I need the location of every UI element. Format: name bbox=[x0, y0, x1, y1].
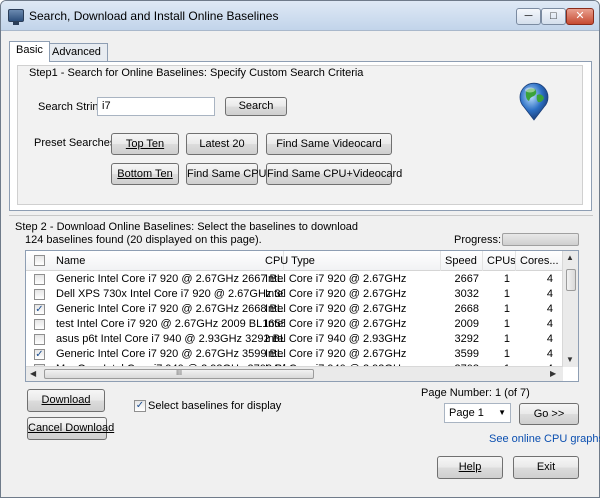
cell-name: Dell XPS 730x Intel Core i7 920 @ 2.67GH… bbox=[56, 288, 284, 300]
table-row[interactable]: test Intel Core i7 920 @ 2.67GHz 2009 BL… bbox=[26, 317, 563, 332]
step2-title: Step 2 - Download Online Baselines: Sele… bbox=[15, 221, 359, 233]
select-for-display-checkbox[interactable]: ✓ bbox=[134, 400, 146, 412]
cell-cores: 4 bbox=[546, 318, 553, 330]
list-header: Name CPU Type Speed CPUs Cores... bbox=[26, 251, 563, 271]
preset-searches-label: Preset Searches: bbox=[34, 137, 119, 149]
cell-speed: 3032 bbox=[454, 288, 479, 300]
column-header-name[interactable]: Name bbox=[52, 251, 284, 271]
search-input[interactable]: i7 bbox=[97, 97, 215, 116]
help-button[interactable]: Help bbox=[437, 456, 503, 479]
horizontal-scroll-thumb[interactable]: III bbox=[44, 369, 314, 379]
column-header-cpus[interactable]: CPUs bbox=[483, 251, 516, 271]
cell-cores: 4 bbox=[546, 348, 553, 360]
table-row[interactable]: Generic Intel Core i7 920 @ 2.67GHz 2667… bbox=[26, 272, 563, 287]
cell-cpu-type: Intel Core i7 920 @ 2.67GHz bbox=[265, 348, 407, 360]
cell-speed: 2009 bbox=[454, 318, 479, 330]
cell-name: Generic Intel Core i7 920 @ 2.67GHz 3599… bbox=[56, 348, 284, 360]
scroll-up-icon[interactable]: ▲ bbox=[566, 253, 574, 262]
progress-label: Progress: bbox=[454, 234, 502, 246]
cell-cpu-type: Intel Core i7 940 @ 2.93GHz bbox=[265, 333, 407, 345]
latest-20-button[interactable]: Latest 20 bbox=[186, 133, 258, 155]
table-row[interactable]: asus p6t Intel Core i7 940 @ 2.93GHz 329… bbox=[26, 332, 563, 347]
cell-speed: 2668 bbox=[454, 303, 479, 315]
app-window: Search, Download and Install Online Base… bbox=[0, 0, 600, 498]
cell-name: Generic Intel Core i7 920 @ 2.67GHz 2667… bbox=[56, 273, 284, 285]
row-checkbox[interactable] bbox=[34, 319, 45, 330]
progress-bar bbox=[502, 233, 579, 246]
section-divider bbox=[9, 215, 593, 216]
cell-cores: 4 bbox=[546, 288, 553, 300]
column-header-cores[interactable]: Cores... bbox=[516, 251, 563, 271]
cell-cpus: 1 bbox=[503, 303, 510, 315]
cell-speed: 3599 bbox=[454, 348, 479, 360]
cell-speed: 3292 bbox=[454, 333, 479, 345]
table-row[interactable]: Dell XPS 730x Intel Core i7 920 @ 2.67GH… bbox=[26, 287, 563, 302]
page-select-value: Page 1 bbox=[449, 407, 484, 419]
cell-cpus: 1 bbox=[503, 288, 510, 300]
minimize-button[interactable]: ─ bbox=[516, 8, 541, 25]
select-for-display-label: Select baselines for display bbox=[148, 400, 282, 412]
go-button[interactable]: Go >> bbox=[519, 403, 579, 425]
cell-speed: 2667 bbox=[454, 273, 479, 285]
online-cpu-graphs-link[interactable]: See online CPU graphs bbox=[489, 433, 600, 445]
tab-advanced[interactable]: Advanced bbox=[45, 43, 108, 61]
help-button-label: Help bbox=[458, 461, 482, 473]
bottom-ten-button[interactable]: Bottom Ten bbox=[111, 163, 179, 185]
scroll-right-icon[interactable]: ▶ bbox=[550, 369, 556, 378]
tab-basic[interactable]: Basic bbox=[9, 41, 50, 62]
cell-cores: 4 bbox=[546, 303, 553, 315]
baselines-list[interactable]: Name CPU Type Speed CPUs Cores... Generi… bbox=[25, 250, 579, 382]
top-ten-button[interactable]: Top Ten bbox=[111, 133, 179, 155]
cell-cpu-type: Intel Core i7 920 @ 2.67GHz bbox=[265, 273, 407, 285]
search-string-label: Search String bbox=[38, 101, 105, 113]
row-checkbox[interactable]: ✓ bbox=[34, 304, 45, 315]
page-select[interactable]: Page 1 ▼ bbox=[444, 403, 511, 423]
cell-cores: 4 bbox=[546, 333, 553, 345]
horizontal-scrollbar[interactable]: ◀ III ▶ bbox=[26, 366, 563, 381]
cell-cpu-type: Intel Core i7 920 @ 2.67GHz bbox=[265, 303, 407, 315]
maximize-button[interactable]: □ bbox=[541, 8, 566, 25]
scroll-left-icon[interactable]: ◀ bbox=[30, 369, 36, 378]
search-button[interactable]: Search bbox=[225, 97, 287, 116]
cell-cpus: 1 bbox=[503, 333, 510, 345]
close-button[interactable]: ✕ bbox=[566, 8, 594, 25]
find-same-videocard-button[interactable]: Find Same Videocard bbox=[266, 133, 392, 155]
cancel-download-button[interactable]: Cancel Download bbox=[27, 417, 114, 440]
column-header-speed[interactable]: Speed bbox=[441, 251, 483, 271]
row-checkbox[interactable] bbox=[34, 289, 45, 300]
page-number-label: Page Number: 1 (of 7) bbox=[421, 387, 530, 399]
download-button-label: Download bbox=[41, 394, 91, 406]
cell-cpus: 1 bbox=[503, 318, 510, 330]
cell-cpus: 1 bbox=[503, 273, 510, 285]
find-same-cpu-videocard-button[interactable]: Find Same CPU+Videocard bbox=[266, 163, 402, 185]
cell-name: test Intel Core i7 920 @ 2.67GHz 2009 BL… bbox=[56, 318, 284, 330]
vertical-scroll-thumb[interactable] bbox=[566, 269, 576, 291]
select-all-checkbox[interactable] bbox=[34, 255, 45, 266]
table-row[interactable]: ✓ Generic Intel Core i7 920 @ 2.67GHz 266… bbox=[26, 302, 563, 317]
cell-name: asus p6t Intel Core i7 940 @ 2.93GHz 329… bbox=[56, 333, 284, 345]
globe-location-icon bbox=[519, 82, 549, 121]
cell-cpus: 1 bbox=[503, 348, 510, 360]
column-header-cpu-type[interactable]: CPU Type bbox=[261, 251, 441, 271]
download-button[interactable]: Download bbox=[27, 389, 105, 412]
row-checkbox[interactable] bbox=[34, 334, 45, 345]
chevron-down-icon: ▼ bbox=[498, 408, 506, 417]
cell-cpu-type: Intel Core i7 920 @ 2.67GHz bbox=[265, 288, 407, 300]
title-bar[interactable]: Search, Download and Install Online Base… bbox=[1, 1, 599, 31]
step1-title: Step1 - Search for Online Baselines: Spe… bbox=[29, 67, 364, 79]
row-checkbox[interactable]: ✓ bbox=[34, 349, 45, 360]
cell-cores: 4 bbox=[546, 273, 553, 285]
baselines-found-summary: 124 baselines found (20 displayed on thi… bbox=[25, 234, 262, 246]
scroll-down-icon[interactable]: ▼ bbox=[566, 355, 574, 364]
row-checkbox[interactable] bbox=[34, 274, 45, 285]
cell-cpu-type: Intel Core i7 920 @ 2.67GHz bbox=[265, 318, 407, 330]
cancel-download-label: Cancel Download bbox=[28, 422, 115, 434]
vertical-scrollbar[interactable]: ▲ ▼ bbox=[562, 251, 578, 367]
exit-button[interactable]: Exit bbox=[513, 456, 579, 479]
window-title: Search, Download and Install Online Base… bbox=[29, 9, 279, 23]
cell-name: Generic Intel Core i7 920 @ 2.67GHz 2668… bbox=[56, 303, 284, 315]
table-row[interactable]: ✓ Generic Intel Core i7 920 @ 2.67GHz 359… bbox=[26, 347, 563, 362]
monitor-icon bbox=[8, 9, 24, 25]
find-same-cpu-button[interactable]: Find Same CPU bbox=[186, 163, 266, 185]
